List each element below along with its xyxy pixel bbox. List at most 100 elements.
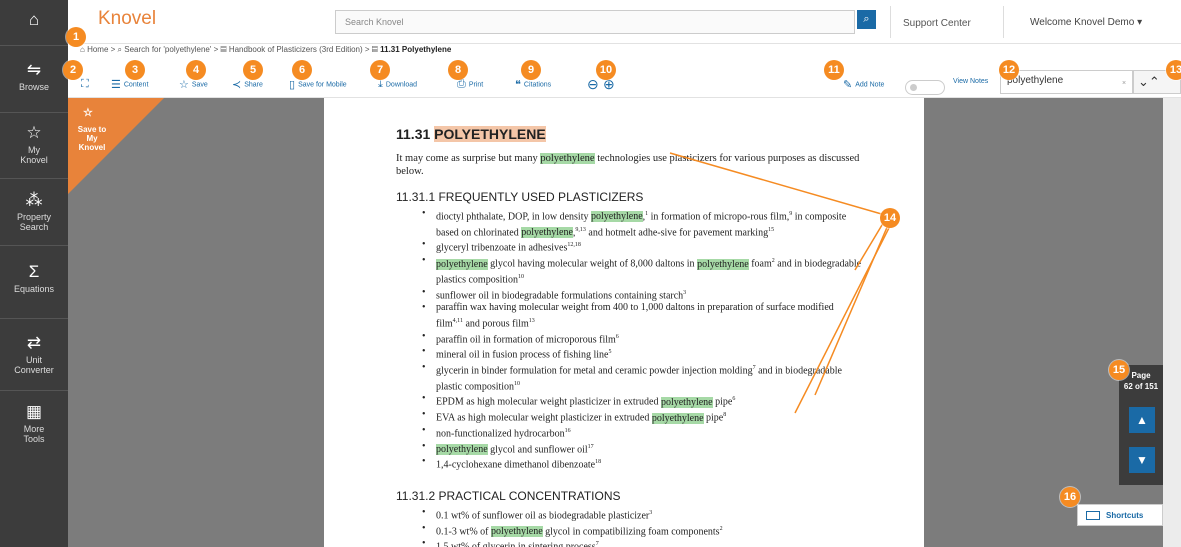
save-button[interactable]: ☆ Save — [179, 78, 208, 91]
add-note-button[interactable]: ✎ Add Note — [843, 78, 884, 91]
list-item: polyethylene glycol and sunflower oil17 — [422, 441, 862, 457]
shortcuts-label: Shortcuts — [1106, 511, 1144, 520]
share-icon: ≺ — [232, 79, 242, 91]
search-highlight: polyethylene — [697, 258, 749, 270]
previous-page-button[interactable]: ▲ — [1129, 407, 1155, 433]
callout-badge: 11 — [824, 60, 844, 80]
list-item: mineral oil in fusion process of fishing… — [422, 346, 862, 362]
swap-arrows-icon: ⇄ — [26, 333, 42, 352]
support-center-link[interactable]: Support Center — [903, 18, 971, 29]
title-highlight: POLYETHYLENE — [434, 126, 546, 142]
save-for-mobile-button[interactable]: ▯ Save for Mobile — [289, 78, 347, 91]
nav-unit-converter[interactable]: ⇄ Unit Converter — [0, 333, 68, 375]
nav-property-search[interactable]: ⁂ Property Search — [0, 190, 68, 232]
user-menu-label: Welcome Knovel Demo — [1030, 17, 1135, 28]
scrollbar[interactable] — [1163, 98, 1181, 547]
pencil-icon: ✎ — [843, 79, 853, 91]
fullscreen-button[interactable]: ⛶ — [81, 78, 92, 91]
breadcrumb-home[interactable]: Home — [87, 45, 108, 54]
page-counter: 62 of 151 — [1123, 382, 1159, 391]
knovel-logo[interactable]: Knovel — [98, 8, 156, 30]
book-icon: ▤ — [220, 45, 227, 54]
star-icon: ☆ — [179, 79, 189, 91]
nav-more-tools[interactable]: ▦ More Tools — [0, 402, 68, 444]
callout-badge: 4 — [186, 60, 206, 80]
share-button[interactable]: ≺ Share — [232, 78, 263, 91]
notes-toggle[interactable] — [905, 80, 945, 95]
divider — [890, 6, 891, 38]
shortcuts-button[interactable]: Shortcuts — [1077, 504, 1163, 526]
chevron-down-icon[interactable]: ⌄ — [1138, 74, 1149, 89]
nav-browse[interactable]: ⇋ Browse — [0, 60, 68, 92]
search-button[interactable]: ⌕ — [857, 10, 876, 29]
save-mobile-label: Save for Mobile — [298, 81, 347, 89]
star-icon: ☆ — [26, 123, 42, 142]
left-nav: ⌂ ⇋ Browse ☆ My Knovel ⁂ Property Search ΣE… — [0, 0, 68, 547]
callout-badge: 6 — [292, 60, 312, 80]
divider — [0, 318, 68, 319]
search-input[interactable]: Search Knovel — [335, 10, 855, 34]
callout-badge: 14 — [880, 208, 900, 228]
concentration-list: 0.1 wt% of sunflower oil as biodegradabl… — [422, 507, 862, 547]
search-highlight: polyethylene — [660, 396, 713, 408]
save-tag-label: Save to My Knovel — [77, 125, 107, 152]
find-in-page-input[interactable]: polyethylene — [1000, 70, 1133, 94]
search-icon: ⌕ — [117, 45, 123, 54]
header: Knovel Search Knovel ⌕ Support Center We… — [68, 0, 1181, 44]
list-item: 1.5 wt% of glycerin in sintering process… — [422, 538, 862, 547]
list-item: non-functionalized hydrocarbon16 — [422, 425, 862, 441]
breadcrumb-search[interactable]: Search for 'polyethylene' — [124, 45, 211, 54]
search-highlight: polyethylene — [521, 227, 573, 239]
print-button[interactable]: ⎙ Print — [457, 78, 483, 91]
callout-badge: 1 — [66, 27, 86, 47]
citations-button[interactable]: ❝ Citations — [515, 78, 551, 91]
divider — [0, 112, 68, 113]
content-button[interactable]: ☰ Content — [111, 78, 148, 91]
mobile-icon: ▯ — [289, 79, 296, 91]
callout-badge: 13 — [1166, 60, 1181, 80]
nav-label: Unit Converter — [14, 355, 54, 375]
nav-label: Property Search — [16, 212, 51, 232]
search-highlight: polyethylene — [491, 526, 543, 538]
user-menu[interactable]: Welcome Knovel Demo ▾ — [1030, 17, 1142, 28]
arrow-down-icon: ▼ — [1136, 453, 1148, 467]
callout-badge: 3 — [125, 60, 145, 80]
callout-badge: 16 — [1060, 487, 1080, 507]
citations-label: Citations — [523, 81, 552, 89]
callout-badge: 5 — [243, 60, 263, 80]
breadcrumb-current: 11.31 Polyethylene — [380, 45, 452, 54]
list-item: paraffin oil in formation of microporous… — [422, 331, 862, 347]
expand-icon: ⛶ — [81, 78, 89, 90]
list-item: 0.1-3 wt% of polyethylene glycol in comp… — [422, 523, 862, 539]
keyboard-icon — [1086, 511, 1100, 521]
divider — [0, 45, 68, 46]
section-heading: 11.31.1 FREQUENTLY USED PLASTICIZERS — [396, 190, 644, 204]
zoom-out-button[interactable]: ⊖ — [587, 76, 602, 93]
callout-badge: 2 — [63, 60, 83, 80]
search-icon: ⌕ — [863, 13, 870, 25]
page-navigator: Page 62 of 151 ▲ ▼ — [1119, 365, 1163, 485]
nav-home[interactable]: ⌂ — [0, 10, 68, 32]
chevron-up-icon[interactable]: ⌃ — [1149, 74, 1160, 89]
caret-down-icon: ▾ — [1137, 17, 1143, 28]
list-item: polyethylene glycol having molecular wei… — [422, 255, 862, 286]
callout-badge: 8 — [448, 60, 468, 80]
download-label: Download — [385, 81, 418, 89]
nav-my-knovel[interactable]: ☆ My Knovel — [0, 123, 68, 165]
divider — [0, 245, 68, 246]
clear-find-icon[interactable]: × — [1122, 80, 1126, 87]
next-page-button[interactable]: ▼ — [1129, 447, 1155, 473]
star-icon: ☆ — [83, 107, 93, 119]
home-icon: ⌂ — [80, 45, 85, 54]
home-icon: ⌂ — [28, 10, 40, 29]
download-button[interactable]: ⤓ Download — [378, 78, 417, 91]
arrow-up-icon: ▲ — [1136, 413, 1148, 427]
view-notes-link[interactable]: View Notes — [953, 78, 988, 85]
nav-equations[interactable]: Σ Equations — [0, 262, 68, 294]
breadcrumb-book[interactable]: Handbook of Plasticizers (3rd Edition) — [229, 45, 363, 54]
page-icon: ▤ — [371, 45, 378, 54]
search-highlight: polyethylene — [591, 211, 643, 223]
sigma-icon: Σ — [28, 262, 40, 281]
list-icon: ☰ — [111, 79, 121, 91]
document-page: 11.31 POLYETHYLENE It may come as surpri… — [324, 98, 924, 547]
